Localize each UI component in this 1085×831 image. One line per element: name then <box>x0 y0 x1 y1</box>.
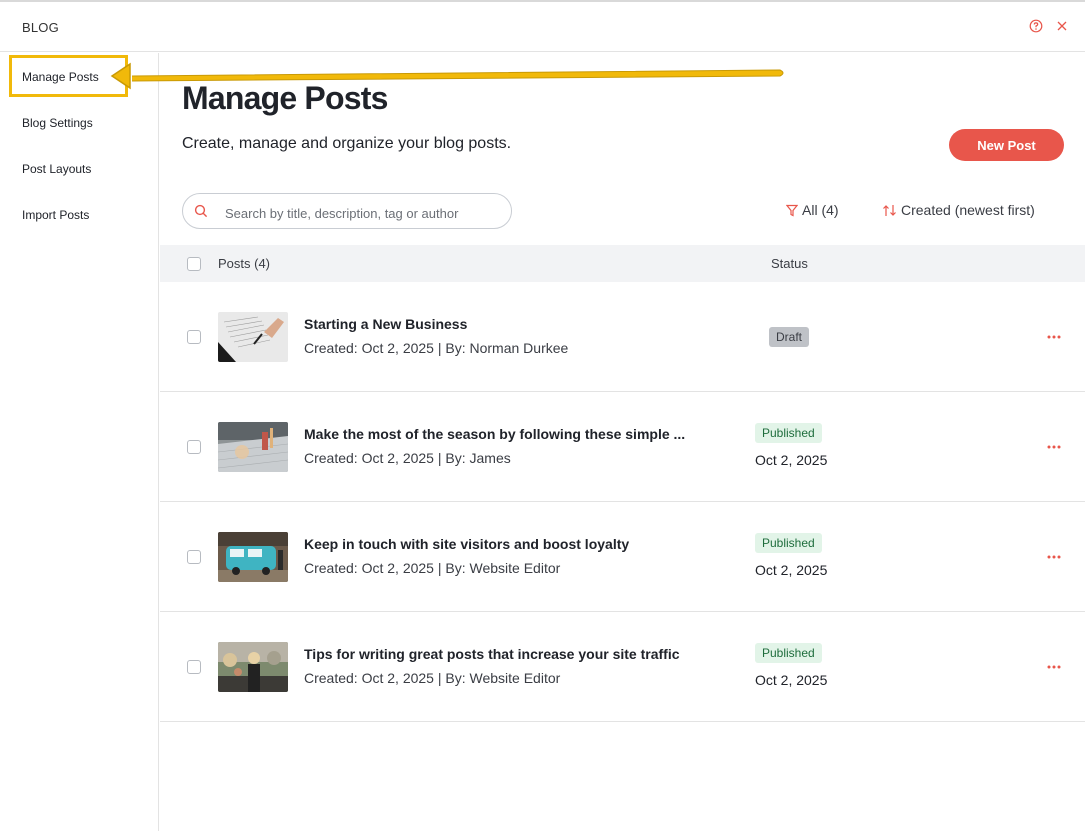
status-date: Oct 2, 2025 <box>755 672 828 688</box>
sort-label: Created (newest first) <box>901 202 1035 218</box>
highlight-box <box>9 55 128 97</box>
post-thumbnail <box>218 642 288 692</box>
status-badge: Published <box>755 643 822 663</box>
post-thumbnail <box>218 422 288 472</box>
more-actions-icon[interactable] <box>1046 442 1062 452</box>
post-title[interactable]: Make the most of the season by following… <box>304 426 685 442</box>
post-title[interactable]: Starting a New Business <box>304 316 467 332</box>
search-input[interactable] <box>223 202 502 224</box>
post-title[interactable]: Keep in touch with site visitors and boo… <box>304 536 629 552</box>
post-thumbnail <box>218 532 288 582</box>
table-row[interactable]: Starting a New Business Created: Oct 2, … <box>160 282 1085 392</box>
page-subtitle: Create, manage and organize your blog po… <box>182 135 512 152</box>
column-header-status: Status <box>771 256 808 271</box>
post-meta: Created: Oct 2, 2025 | By: James <box>304 450 511 466</box>
status-badge: Draft <box>769 327 810 347</box>
panel-header: BLOG <box>0 2 1085 52</box>
search-box[interactable] <box>182 193 512 229</box>
post-meta: Created: Oct 2, 2025 | By: Norman Durkee <box>304 340 569 356</box>
post-title[interactable]: Tips for writing great posts that increa… <box>304 646 680 662</box>
page-title: Manage Posts <box>182 80 388 116</box>
filter-dropdown[interactable]: All (4) <box>785 202 839 218</box>
sidebar-item-blog-settings[interactable]: Blog Settings <box>22 116 93 130</box>
table-row[interactable]: Tips for writing great posts that increa… <box>160 612 1085 722</box>
sidebar: Manage Posts Blog Settings Post Layouts … <box>0 53 159 831</box>
more-actions-icon[interactable] <box>1046 662 1062 672</box>
row-checkbox[interactable] <box>187 330 201 344</box>
row-checkbox[interactable] <box>187 660 201 674</box>
column-header-posts: Posts (4) <box>218 256 271 271</box>
select-all-checkbox[interactable] <box>187 257 201 271</box>
post-meta: Created: Oct 2, 2025 | By: Website Edito… <box>304 670 561 686</box>
post-thumbnail <box>218 312 288 362</box>
row-checkbox[interactable] <box>187 440 201 454</box>
sort-icon <box>883 205 896 216</box>
table-header: Posts (4) Status <box>160 245 1085 282</box>
row-checkbox[interactable] <box>187 550 201 564</box>
post-meta: Created: Oct 2, 2025 | By: Website Edito… <box>304 560 561 576</box>
table-row[interactable]: Keep in touch with site visitors and boo… <box>160 502 1085 612</box>
filter-label: All (4) <box>802 202 839 218</box>
search-icon <box>194 204 208 218</box>
main-content: Manage Posts Create, manage and organize… <box>160 53 1085 831</box>
close-icon[interactable] <box>1055 19 1069 33</box>
sidebar-item-import-posts[interactable]: Import Posts <box>22 208 89 222</box>
status-badge: Published <box>755 423 822 443</box>
table-row[interactable]: Make the most of the season by following… <box>160 392 1085 502</box>
new-post-button[interactable]: New Post <box>949 129 1064 161</box>
sort-dropdown[interactable]: Created (newest first) <box>882 202 1035 218</box>
status-badge: Published <box>755 533 822 553</box>
filter-icon <box>785 204 799 217</box>
status-date: Oct 2, 2025 <box>755 562 828 578</box>
more-actions-icon[interactable] <box>1046 552 1062 562</box>
sidebar-item-post-layouts[interactable]: Post Layouts <box>22 162 91 176</box>
panel-title: BLOG <box>22 20 59 35</box>
more-actions-icon[interactable] <box>1046 332 1062 342</box>
help-icon[interactable] <box>1029 19 1043 33</box>
status-date: Oct 2, 2025 <box>755 452 828 468</box>
